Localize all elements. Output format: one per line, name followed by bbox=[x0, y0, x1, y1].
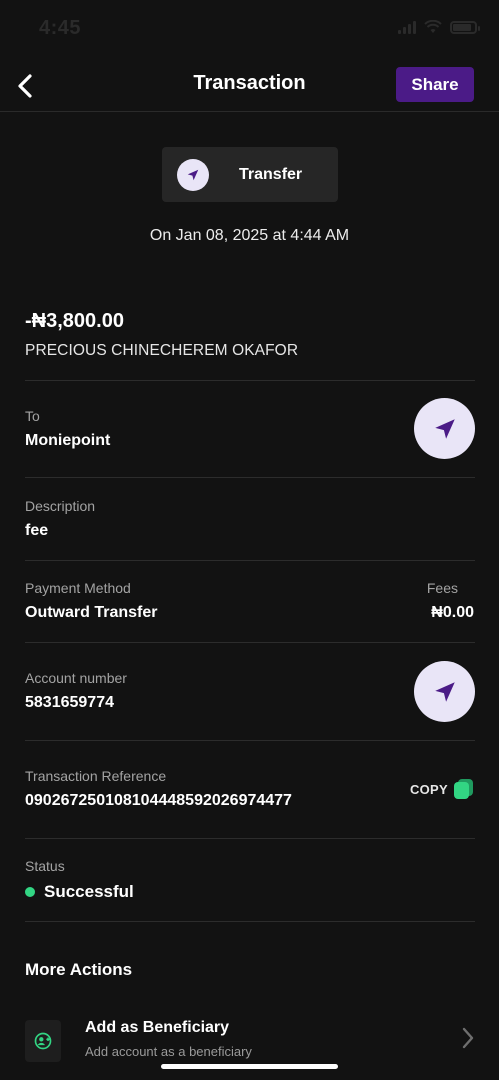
action-subtitle: Add account as a beneficiary bbox=[85, 1044, 252, 1059]
battery-icon bbox=[450, 20, 480, 34]
account-number-value: 5831659774 bbox=[25, 694, 114, 711]
user-add-icon bbox=[25, 1020, 61, 1062]
send-icon bbox=[434, 418, 455, 439]
add-beneficiary-action[interactable]: Add as Beneficiary Add account as a bene… bbox=[25, 1012, 475, 1072]
status-value: Successful bbox=[44, 882, 134, 901]
more-actions-title: More Actions bbox=[25, 960, 133, 979]
home-indicator bbox=[161, 1064, 338, 1069]
copy-reference-button[interactable]: COPY bbox=[410, 779, 474, 799]
status-time: 4:45 bbox=[39, 17, 82, 39]
transaction-type-chip: Transfer bbox=[162, 147, 338, 202]
status-dot-icon bbox=[25, 887, 35, 897]
status-label: Status bbox=[25, 858, 65, 874]
payment-method-value: Outward Transfer bbox=[25, 604, 158, 621]
action-title: Add as Beneficiary bbox=[85, 1019, 230, 1036]
reference-label: Transaction Reference bbox=[25, 768, 167, 784]
divider bbox=[25, 477, 475, 478]
counterparty-name: PRECIOUS CHINECHEREM OKAFOR bbox=[25, 342, 299, 359]
fees-value: ₦0.00 bbox=[431, 604, 474, 621]
divider bbox=[25, 838, 475, 839]
send-icon bbox=[434, 681, 455, 702]
description-value: fee bbox=[25, 522, 49, 539]
transaction-datetime: On Jan 08, 2025 at 4:44 AM bbox=[149, 227, 350, 244]
fees-label: Fees bbox=[426, 580, 458, 596]
divider bbox=[25, 560, 475, 561]
cellular-signal-icon bbox=[398, 20, 416, 34]
account-avatar bbox=[414, 661, 475, 722]
divider bbox=[25, 642, 475, 643]
to-label: To bbox=[25, 408, 40, 424]
copy-label: COPY bbox=[409, 781, 448, 797]
to-value: Moniepoint bbox=[25, 432, 111, 449]
send-icon bbox=[177, 158, 209, 191]
divider bbox=[25, 380, 475, 381]
divider bbox=[25, 740, 475, 741]
share-button[interactable]: Share bbox=[396, 67, 474, 102]
wifi-icon bbox=[424, 20, 442, 33]
divider bbox=[25, 921, 475, 922]
copy-icon bbox=[454, 779, 474, 799]
status-icons bbox=[398, 20, 480, 34]
chevron-right-icon bbox=[462, 1027, 474, 1049]
transaction-amount: -₦3,800.00 bbox=[25, 310, 124, 332]
description-label: Description bbox=[25, 498, 96, 514]
reference-value: 090267250108104448592026974477 bbox=[25, 792, 292, 809]
app-header: Transaction Share bbox=[0, 60, 499, 112]
transaction-screen: 4:45 Transaction Share Transfer On Jan 0… bbox=[0, 0, 499, 1080]
status-bar: 4:45 bbox=[0, 0, 499, 60]
bank-avatar bbox=[414, 398, 475, 459]
account-number-label: Account number bbox=[25, 670, 127, 686]
transaction-type-label: Transfer bbox=[239, 165, 303, 183]
payment-method-label: Payment Method bbox=[25, 580, 131, 596]
